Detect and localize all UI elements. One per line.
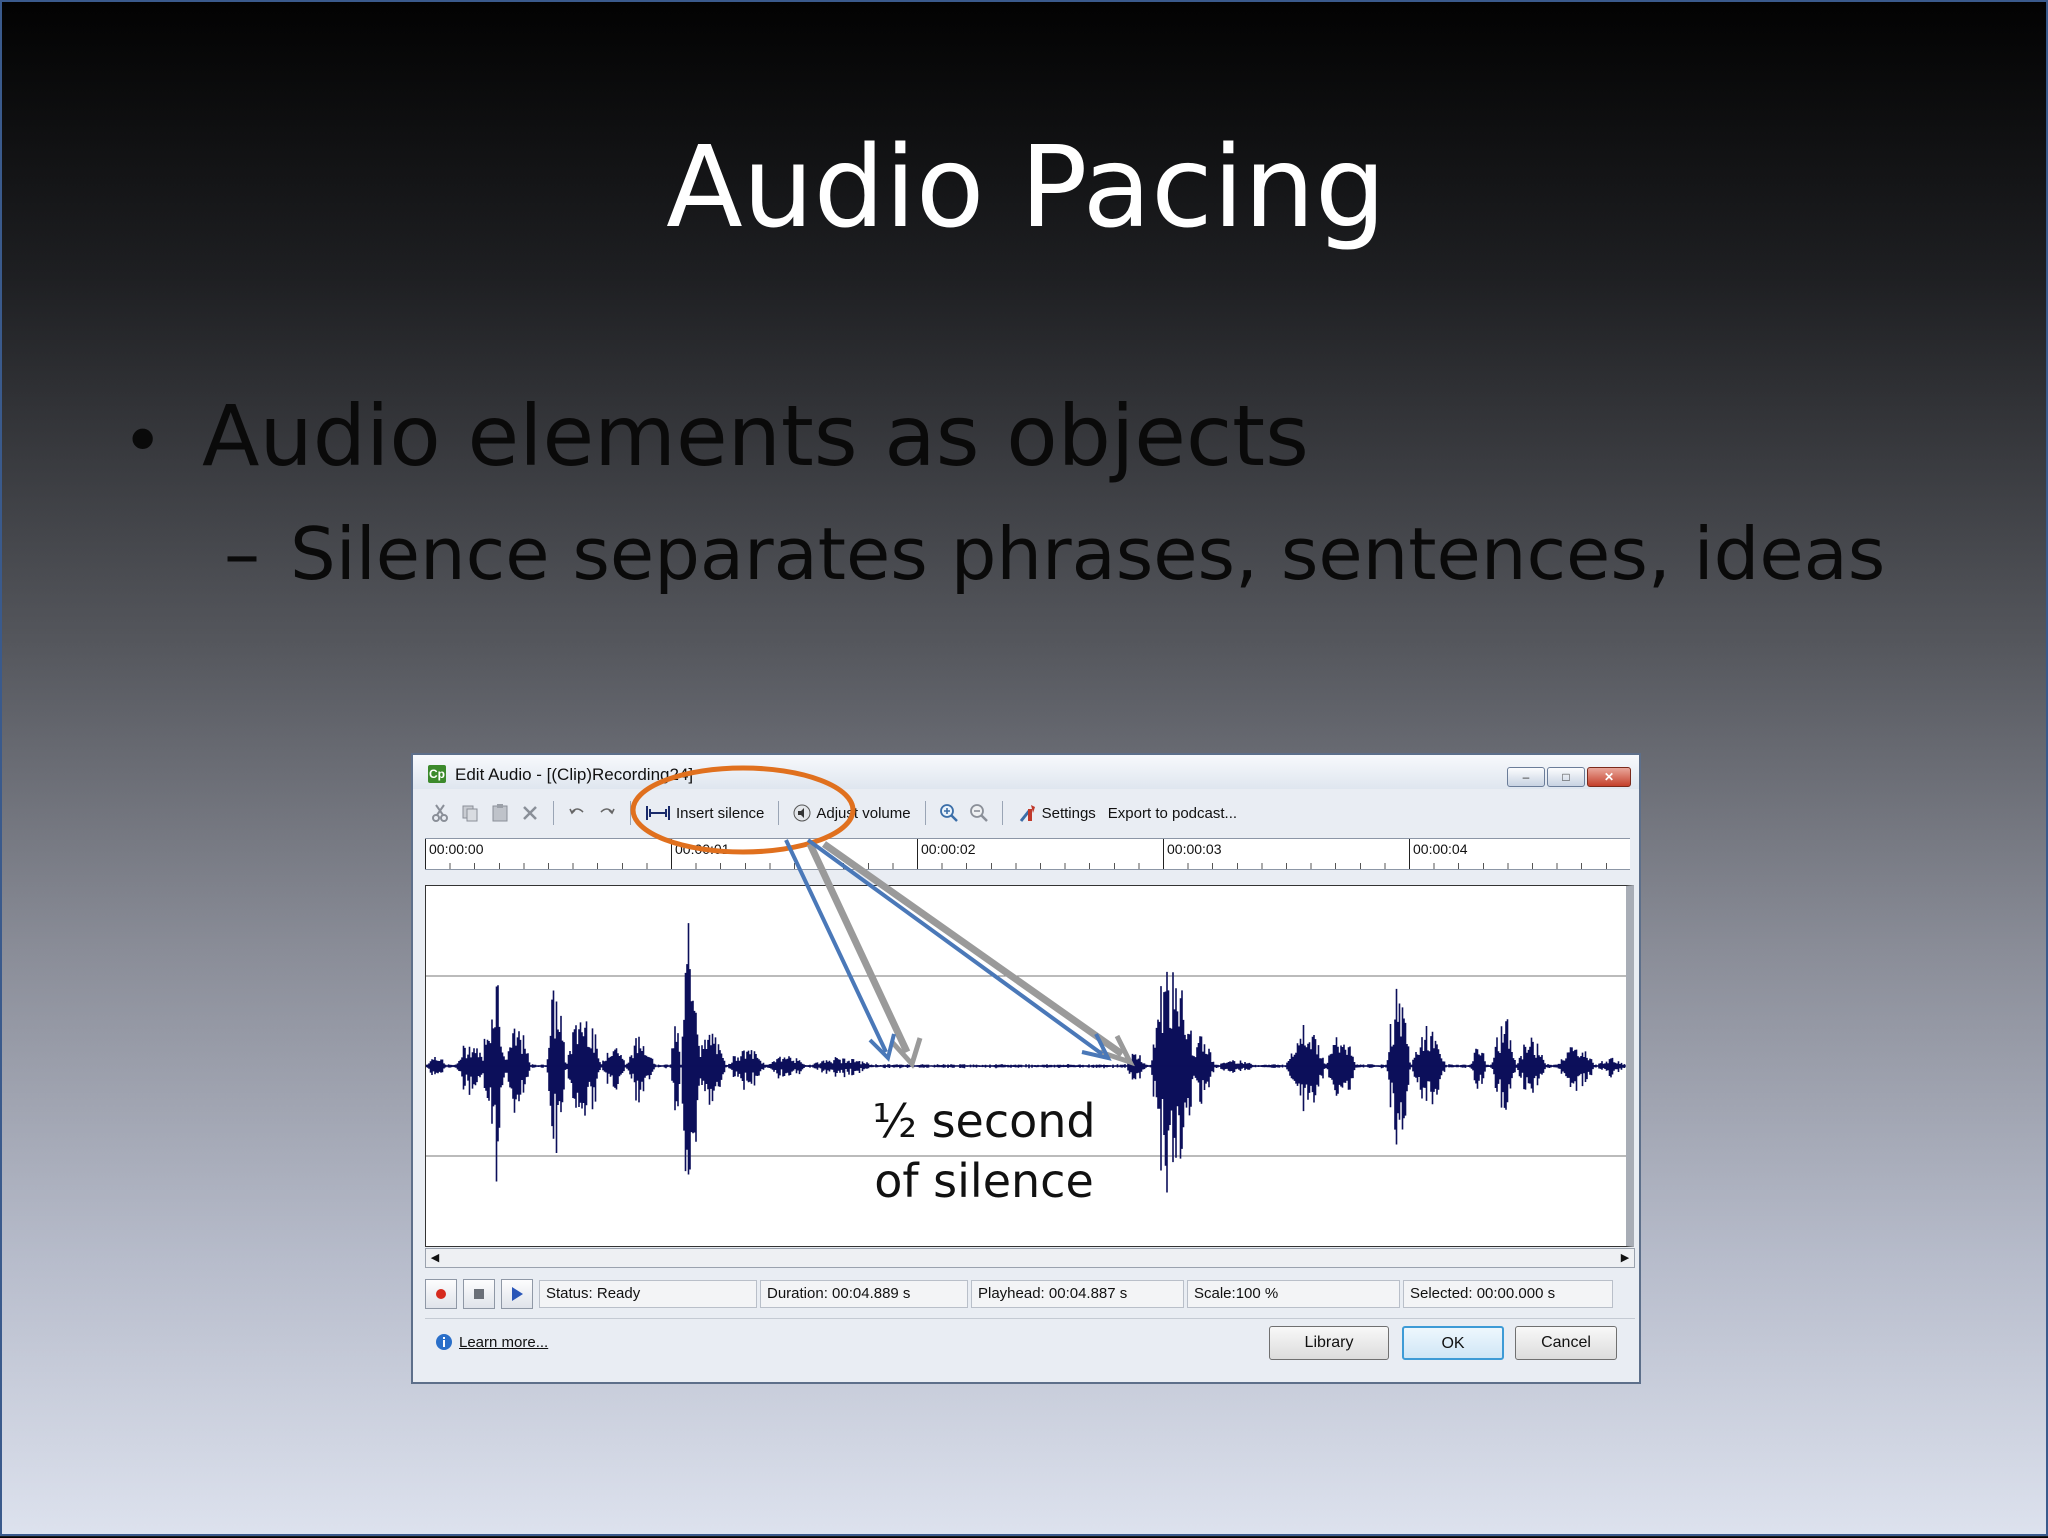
learn-more-label: Learn more... — [459, 1333, 549, 1351]
ok-button[interactable]: OK — [1402, 1326, 1504, 1360]
playhead-text: Playhead: 00:04.887 s — [971, 1280, 1184, 1308]
adjust-volume-label: Adjust volume — [816, 804, 911, 822]
close-button[interactable]: ✕ — [1587, 767, 1631, 787]
zoom-in-icon[interactable] — [934, 798, 964, 828]
ruler-major-tick — [671, 839, 672, 869]
insert-silence-button[interactable]: Insert silence — [639, 804, 770, 822]
settings-tools-icon — [1019, 805, 1035, 822]
scroll-left-arrow[interactable]: ◀ — [426, 1249, 444, 1267]
export-podcast-button[interactable]: Export to podcast... — [1102, 805, 1243, 822]
adjust-volume-button[interactable]: Adjust volume — [787, 804, 916, 822]
ruler-label: 00:00:04 — [1413, 841, 1468, 857]
scale-text: Scale:100 % — [1187, 1280, 1400, 1308]
redo-icon[interactable] — [592, 798, 622, 828]
ruler-label: 00:00:03 — [1167, 841, 1222, 857]
window-title: Edit Audio - [(Clip)Recording24] — [455, 765, 694, 784]
footer-divider — [425, 1318, 1635, 1319]
ruler-label: 00:00:01 — [675, 841, 730, 857]
insert-silence-label: Insert silence — [676, 804, 765, 822]
slide-title: Audio Pacing — [666, 123, 1386, 253]
captivate-app-icon: Cp — [428, 765, 446, 783]
timeline-ruler[interactable]: 00:00:00 00:00:01 00:00:02 00:00:03 00:0… — [425, 838, 1630, 870]
cut-icon[interactable] — [425, 798, 455, 828]
annotation-line-1: ½ second — [872, 1094, 1096, 1148]
edit-audio-dialog: Cp Edit Audio - [(Clip)Recording24] – □ … — [411, 753, 1641, 1384]
cancel-button[interactable]: Cancel — [1515, 1326, 1617, 1360]
sub-bullet-text: Silence separates phrases, sentences, id… — [290, 512, 1886, 596]
ruler-label: 00:00:02 — [921, 841, 976, 857]
settings-label: Settings — [1041, 804, 1096, 822]
status-bar: Status: Ready Duration: 00:04.889 s Play… — [425, 1276, 1635, 1312]
bullet-audio-elements: • Audio elements as objects — [122, 387, 1309, 485]
delete-icon[interactable] — [515, 798, 545, 828]
duration-text: Duration: 00:04.889 s — [760, 1280, 968, 1308]
export-podcast-label: Export to podcast... — [1107, 804, 1238, 822]
zoom-out-icon[interactable] — [964, 798, 994, 828]
learn-more-link[interactable]: Learn more... — [435, 1333, 548, 1351]
library-button[interactable]: Library — [1269, 1326, 1389, 1360]
bullet-dot: • — [122, 400, 164, 482]
copy-icon[interactable] — [455, 798, 485, 828]
ruler-major-tick — [1163, 839, 1164, 869]
play-icon — [512, 1287, 523, 1301]
toolbar-separator — [1001, 801, 1003, 825]
stop-button[interactable] — [463, 1279, 495, 1309]
toolbar: Insert silence Adjust volume Settings Ex… — [425, 797, 1630, 829]
minimize-button[interactable]: – — [1507, 767, 1545, 787]
selected-text: Selected: 00:00.000 s — [1403, 1280, 1613, 1308]
stop-icon — [474, 1289, 484, 1299]
ruler-minor-ticks — [425, 863, 1630, 869]
speaker-icon — [793, 804, 811, 822]
undo-icon[interactable] — [562, 798, 592, 828]
info-icon — [436, 1334, 452, 1350]
horizontal-scrollbar[interactable]: ◀ ▶ — [425, 1248, 1635, 1268]
silence-annotation: ½ second of silence — [864, 1092, 1104, 1212]
ruler-major-tick — [917, 839, 918, 869]
record-button[interactable] — [425, 1279, 457, 1309]
maximize-button[interactable]: □ — [1547, 767, 1585, 787]
status-text: Status: Ready — [539, 1280, 757, 1308]
settings-button[interactable]: Settings — [1011, 803, 1102, 823]
play-button[interactable] — [501, 1279, 533, 1309]
ruler-label: 00:00:00 — [429, 841, 484, 857]
insert-silence-icon — [646, 806, 670, 820]
ruler-major-tick — [1409, 839, 1410, 869]
toolbar-separator — [630, 801, 631, 825]
toolbar-separator — [778, 801, 780, 825]
sub-bullet-silence: – Silence separates phrases, sentences, … — [224, 512, 1885, 596]
title-bar[interactable]: Cp Edit Audio - [(Clip)Recording24] – □ … — [413, 755, 1639, 789]
ruler-major-tick — [425, 839, 426, 869]
toolbar-separator — [553, 801, 554, 825]
bullet-text: Audio elements as objects — [202, 387, 1309, 485]
toolbar-separator — [924, 801, 926, 825]
sub-bullet-dash: – — [224, 512, 260, 596]
annotation-line-2: of silence — [874, 1153, 1094, 1208]
scroll-right-arrow[interactable]: ▶ — [1616, 1249, 1634, 1267]
record-icon — [436, 1289, 446, 1299]
paste-icon[interactable] — [485, 798, 515, 828]
